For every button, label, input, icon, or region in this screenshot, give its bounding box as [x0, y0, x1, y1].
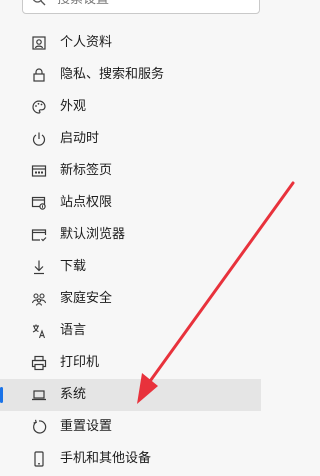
sidebar-item-label: 重置设置 [60, 419, 113, 434]
settings-search-box[interactable] [22, 0, 260, 14]
sidebar-item-label: 家庭安全 [60, 291, 113, 306]
sidebar-item-label: 默认浏览器 [60, 227, 126, 242]
new-tab-icon [31, 163, 47, 179]
sidebar-item-printers[interactable]: 打印机 [0, 347, 318, 379]
power-icon [31, 131, 47, 147]
sidebar-item-label: 新标签页 [60, 163, 113, 178]
sidebar-item-reset-settings[interactable]: 重置设置 [0, 411, 318, 443]
active-indicator [0, 387, 3, 403]
sidebar-item-languages[interactable]: 语言 [0, 315, 318, 347]
sidebar-item-label: 打印机 [60, 355, 100, 370]
site-permissions-icon [31, 195, 47, 211]
sidebar-item-privacy[interactable]: 隐私、搜索和服务 [0, 59, 318, 91]
palette-icon [31, 99, 47, 115]
sidebar-item-label: 隐私、搜索和服务 [60, 67, 165, 82]
sidebar-item-label: 下载 [60, 259, 87, 274]
sidebar-item-family-safety[interactable]: 家庭安全 [0, 283, 318, 315]
sidebar-item-label: 手机和其他设备 [60, 451, 152, 466]
sidebar-item-downloads[interactable]: 下载 [0, 251, 318, 283]
laptop-icon [31, 387, 47, 403]
sidebar-item-label: 系统 [60, 387, 87, 402]
sidebar-item-default-browser[interactable]: 默认浏览器 [0, 219, 318, 251]
search-input[interactable] [55, 0, 249, 8]
sidebar-item-new-tab[interactable]: 新标签页 [0, 155, 318, 187]
reset-icon [31, 419, 47, 435]
sidebar-item-label: 个人资料 [60, 35, 113, 50]
phone-icon [31, 451, 47, 467]
sidebar-item-phone-devices[interactable]: 手机和其他设备 [0, 443, 318, 475]
printer-icon [31, 355, 47, 371]
sidebar-item-site-permissions[interactable]: 站点权限 [0, 187, 318, 219]
sidebar-item-label: 启动时 [60, 131, 100, 146]
download-icon [31, 259, 47, 275]
sidebar-item-profile[interactable]: 个人资料 [0, 27, 318, 59]
sidebar-item-label: 外观 [60, 99, 87, 114]
default-browser-icon [31, 227, 47, 243]
profile-icon [31, 35, 47, 51]
sidebar-item-on-startup[interactable]: 启动时 [0, 123, 318, 155]
family-icon [31, 291, 47, 307]
sidebar-item-label: 语言 [60, 323, 87, 338]
sidebar-item-label: 站点权限 [60, 195, 113, 210]
lock-icon [31, 67, 47, 83]
sidebar-item-system[interactable]: 系统 [0, 379, 261, 411]
search-icon [31, 0, 47, 7]
settings-sidebar: 个人资料 隐私、搜索和服务 外观 启动时 新标签页 站点权限 默认浏览器 下载 … [0, 27, 318, 475]
sidebar-item-appearance[interactable]: 外观 [0, 91, 318, 123]
language-icon [31, 323, 47, 339]
